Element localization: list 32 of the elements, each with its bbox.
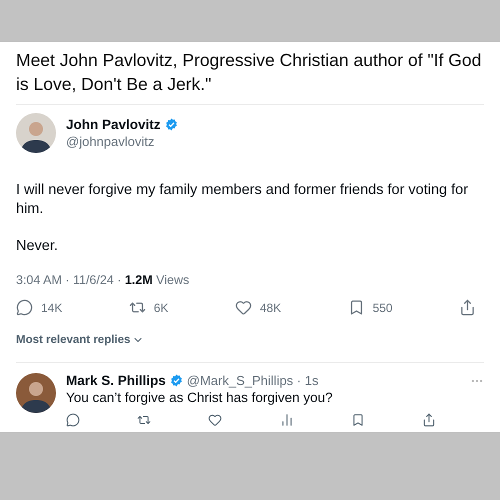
caption: Meet John Pavlovitz, Progressive Christian author of "If God is Love, Don't Be a Jerk." — [16, 49, 482, 96]
sort-dropdown[interactable]: Most relevant replies — [16, 334, 144, 346]
avatar[interactable] — [16, 113, 56, 153]
share-icon — [422, 413, 436, 427]
avatar[interactable] — [16, 373, 56, 413]
author-name[interactable]: John Pavlovitz — [66, 117, 161, 132]
reply-button[interactable] — [66, 413, 80, 427]
reply-author-handle[interactable]: @Mark_S_Phillips · 1s — [186, 373, 318, 388]
bookmark-button[interactable]: 550 — [348, 299, 393, 316]
post-text: Never. — [16, 237, 59, 256]
like-button[interactable]: 48K — [234, 299, 282, 316]
bookmark-button[interactable] — [350, 413, 365, 427]
author-handle[interactable]: @johnpavlovitz — [66, 134, 178, 149]
heart-icon — [208, 413, 222, 427]
reply-icon — [16, 299, 33, 316]
repost-button[interactable]: 6K — [128, 299, 168, 316]
repost-icon — [137, 413, 152, 427]
bookmark-icon — [350, 413, 365, 427]
share-button[interactable] — [459, 299, 476, 316]
reply-author-name[interactable]: Mark S. Phillips — [66, 373, 166, 388]
heart-icon — [234, 299, 252, 316]
views-button[interactable] — [280, 413, 294, 427]
repost-button[interactable] — [137, 413, 152, 427]
post-meta: 3:04 AM · 11/6/24 · 1.2M Views — [16, 273, 190, 287]
reply-text: You can’t forgive as Christ has forgiven you? — [66, 390, 334, 405]
like-button[interactable] — [208, 413, 222, 427]
reply-button[interactable]: 14K — [16, 299, 62, 316]
reply-icon — [66, 413, 80, 427]
share-button[interactable] — [422, 413, 436, 427]
bar-chart-icon — [280, 413, 294, 427]
share-icon — [459, 299, 476, 316]
post-text: I will never forgive my family members and former friends for voting for him. — [16, 181, 470, 219]
